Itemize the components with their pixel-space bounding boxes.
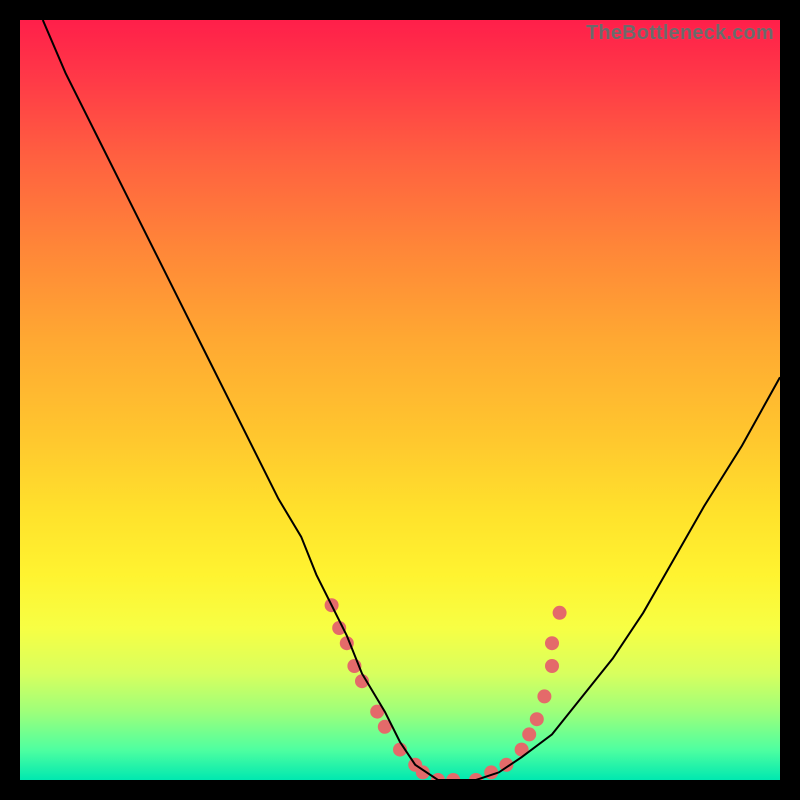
highlight-dot	[553, 606, 567, 620]
chart-frame: TheBottleneck.com	[20, 20, 780, 780]
highlight-dot	[537, 689, 551, 703]
highlight-dot	[545, 659, 559, 673]
curve-line	[43, 20, 780, 780]
highlight-dot	[545, 636, 559, 650]
chart-plot	[20, 20, 780, 780]
highlight-dot	[446, 773, 460, 780]
highlight-dots-layer	[325, 598, 567, 780]
highlight-dot	[522, 727, 536, 741]
highlight-dot	[530, 712, 544, 726]
